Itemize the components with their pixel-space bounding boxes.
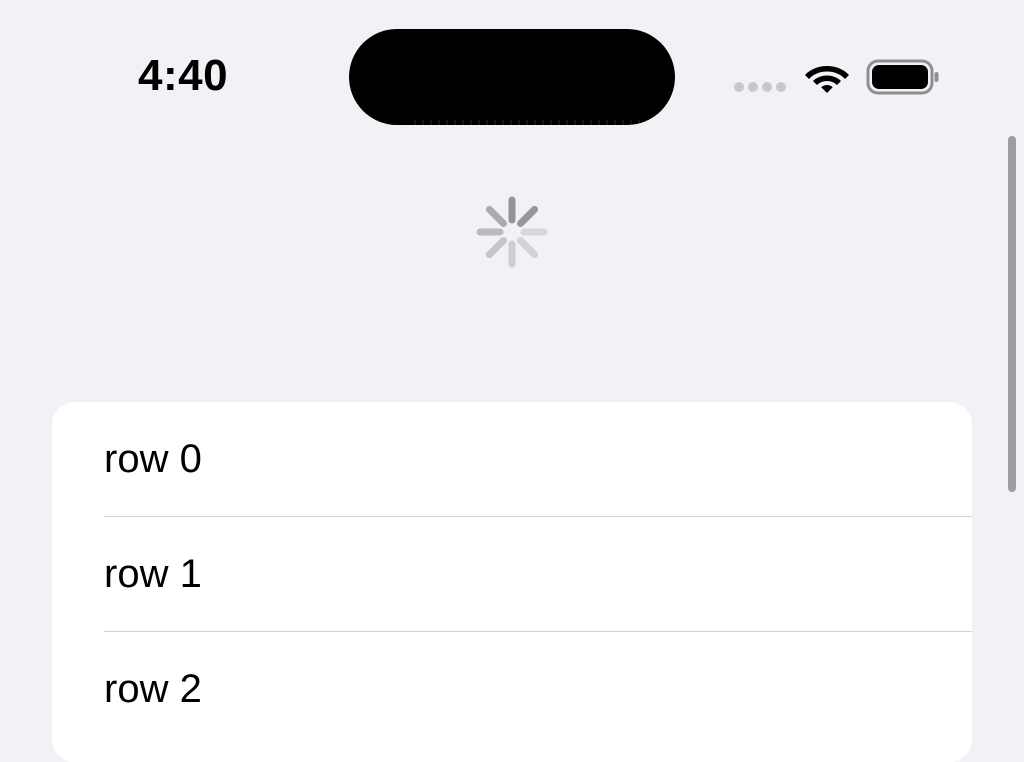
list-item[interactable]: row 0 xyxy=(104,402,972,517)
wifi-icon xyxy=(805,66,849,93)
scroll-indicator[interactable] xyxy=(1008,136,1016,492)
list-item-label: row 0 xyxy=(104,437,202,481)
dynamic-island xyxy=(349,29,675,125)
activity-spinner-icon xyxy=(476,196,548,268)
list-item-label: row 1 xyxy=(104,552,202,596)
list-item[interactable]: row 2 xyxy=(104,632,972,746)
signal-dots-icon xyxy=(734,82,786,94)
list-card: row 0 row 1 row 2 xyxy=(52,402,972,762)
status-time: 4:40 xyxy=(138,51,229,100)
list-item-label: row 2 xyxy=(104,667,202,711)
list-item[interactable]: row 1 xyxy=(104,517,972,632)
battery-icon xyxy=(866,59,939,95)
